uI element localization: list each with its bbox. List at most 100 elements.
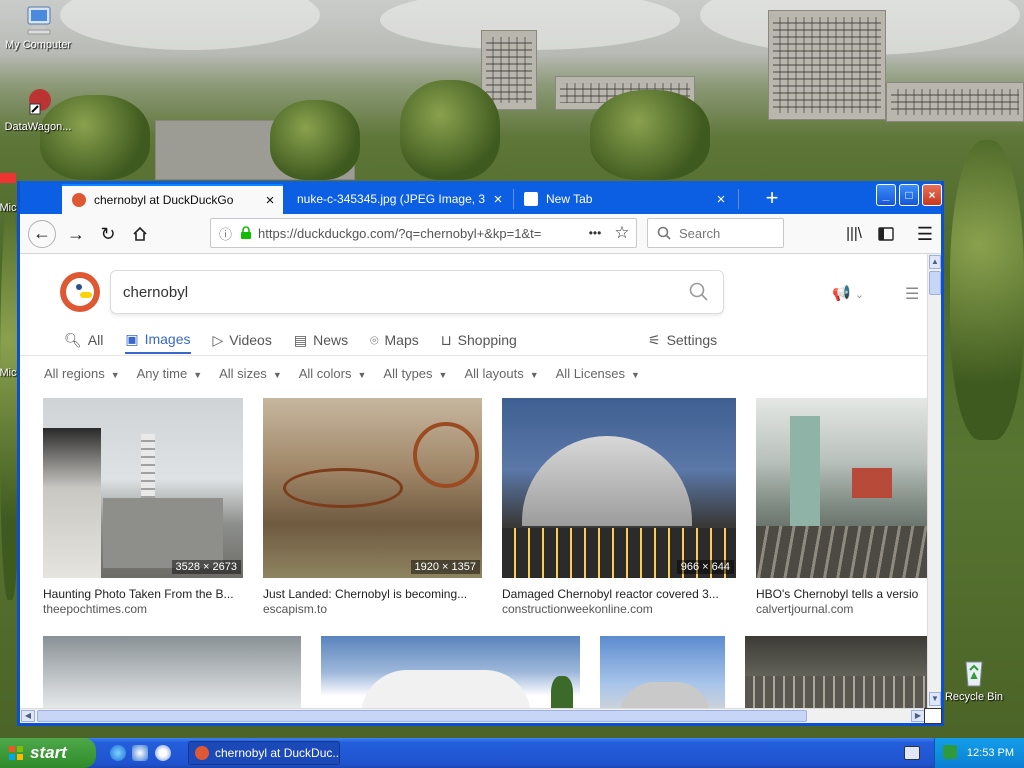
image-result[interactable]: 1920 × 1357 Just Landed: Chernobyl is be… [263, 398, 482, 616]
menu-button[interactable]: ☰ [912, 222, 938, 248]
result-title[interactable]: Damaged Chernobyl reactor covered 3... [502, 587, 736, 601]
settings-link[interactable]: ⚟ Settings [648, 328, 717, 352]
filter-label: All layouts [464, 366, 524, 381]
filter-time[interactable]: Any time ▼ [137, 366, 203, 388]
tree [590, 90, 710, 180]
settings-label: Settings [666, 332, 718, 348]
image-result-thumbnail[interactable] [321, 636, 580, 708]
navigation-toolbar: ← → ↻ ⓘ https://duckduckgo.com/?q=cherno… [20, 214, 941, 254]
network-icon[interactable] [943, 745, 957, 759]
tab-label: Shopping [457, 332, 517, 348]
result-domain[interactable]: constructionweekonline.com [502, 602, 736, 616]
forward-button[interactable]: → [63, 222, 89, 248]
filter-size[interactable]: All sizes ▼ [219, 366, 282, 388]
result-thumbnail[interactable] [502, 398, 736, 578]
page-actions-icon[interactable]: ••• [582, 226, 608, 240]
sidebar-button[interactable] [873, 222, 899, 248]
scroll-left-arrow-icon[interactable]: ◀ [21, 710, 35, 722]
reload-button[interactable]: ↻ [95, 222, 121, 248]
tab-shopping[interactable]: ⊔ Shopping [441, 326, 517, 354]
lock-icon [241, 226, 252, 239]
tab-images[interactable]: ▣ Images [125, 326, 191, 354]
keyboard-icon[interactable] [904, 746, 920, 760]
image-result[interactable]: 966 × 644 Damaged Chernobyl reactor cove… [502, 398, 736, 616]
minimize-button[interactable]: _ [876, 184, 896, 206]
image-result-thumbnail[interactable] [43, 636, 301, 708]
hamburger-menu-icon: ☰ [916, 224, 934, 244]
close-tab-icon[interactable]: × [485, 191, 511, 208]
url-bar[interactable]: ⓘ https://duckduckgo.com/?q=chernobyl+&k… [210, 218, 637, 248]
tab-maps[interactable]: ⌾ Maps [370, 326, 419, 354]
close-window-button[interactable]: × [922, 184, 942, 206]
maximize-button[interactable]: □ [899, 184, 919, 206]
bookmark-star-icon[interactable]: ☆ [608, 223, 636, 243]
library-button[interactable]: |||\ [841, 222, 867, 248]
tab-news[interactable]: ▤ News [294, 326, 348, 354]
announcement-dropdown[interactable]: 📢 ⌄ [832, 284, 864, 302]
desktop-icon-my-computer[interactable]: My Computer [0, 4, 76, 51]
result-title[interactable]: Just Landed: Chernobyl is becoming... [263, 587, 482, 601]
media-player-icon[interactable] [155, 745, 171, 761]
image-result-thumbnail[interactable] [600, 636, 725, 708]
image-result[interactable]: HBO's Chernobyl tells a versio calvertjo… [756, 398, 927, 616]
filter-region[interactable]: All regions ▼ [44, 366, 120, 388]
result-domain[interactable]: escapism.to [263, 602, 482, 616]
page-content: chernobyl 📢 ⌄ ☰ 🔍︎ All ▣ Images ▷ Videos ▤ N… [20, 254, 927, 708]
tab-jpeg-image[interactable]: nuke-c-345345.jpg (JPEG Image, 3528 × [287, 184, 511, 214]
home-button[interactable] [127, 222, 153, 248]
scroll-down-arrow-icon[interactable]: ▼ [929, 692, 941, 706]
search-icon[interactable] [689, 282, 709, 302]
desktop-icon-recycle-bin[interactable]: Recycle Bin [936, 656, 1012, 703]
desktop-icon-label: DataWagon... [4, 121, 72, 133]
vertical-scrollbar[interactable]: ▲ ▼ [927, 254, 941, 708]
result-title[interactable]: Haunting Photo Taken From the B... [43, 587, 243, 601]
ddg-menu-button[interactable]: ☰ [905, 284, 919, 304]
filter-type[interactable]: All types ▼ [383, 366, 447, 388]
scroll-right-arrow-icon[interactable]: ▶ [911, 710, 925, 722]
result-domain[interactable]: calvertjournal.com [756, 602, 927, 616]
result-title[interactable]: HBO's Chernobyl tells a versio [756, 587, 927, 601]
hamburger-menu-icon: ☰ [905, 286, 920, 303]
desktop-icon-datawagon[interactable]: DataWagon... [0, 86, 76, 133]
firefox-newtab-icon [524, 192, 538, 206]
filter-layout[interactable]: All layouts ▼ [464, 366, 538, 388]
info-icon[interactable]: ⓘ [219, 224, 232, 243]
filter-license[interactable]: All Licenses ▼ [556, 366, 640, 388]
duckduckgo-logo-icon[interactable] [60, 272, 100, 312]
taskbar-item-firefox[interactable]: chernobyl at DuckDuc... [188, 741, 340, 765]
scroll-up-arrow-icon[interactable]: ▲ [929, 255, 941, 269]
start-button[interactable]: start [0, 738, 96, 768]
image-result[interactable]: 3528 × 2673 Haunting Photo Taken From th… [43, 398, 243, 616]
result-thumbnail[interactable] [756, 398, 927, 578]
internet-explorer-icon[interactable] [110, 745, 126, 761]
show-desktop-icon[interactable] [132, 745, 148, 761]
tab-all[interactable]: 🔍︎ All [64, 326, 103, 354]
search-query: chernobyl [123, 283, 189, 301]
ddg-search-box[interactable]: chernobyl [110, 270, 724, 314]
filter-color[interactable]: All colors ▼ [299, 366, 367, 388]
shopping-bag-icon: ⊔ [440, 331, 452, 348]
close-tab-icon[interactable]: × [708, 191, 734, 208]
search-input[interactable]: Search [647, 218, 784, 248]
close-tab-icon[interactable]: × [257, 192, 283, 209]
result-domain[interactable]: theepochtimes.com [43, 602, 243, 616]
horizontal-scrollbar[interactable]: ◀ ▶ [20, 708, 927, 723]
filter-label: All sizes [219, 366, 267, 381]
result-thumbnail[interactable] [263, 398, 482, 578]
tree [400, 80, 500, 180]
caret-down-icon: ▼ [438, 370, 448, 380]
tab-duckduckgo[interactable]: chernobyl at DuckDuckGo × [62, 184, 283, 214]
news-icon: ▤ [293, 331, 308, 348]
filter-label: Any time [136, 366, 188, 381]
tab-new-tab[interactable]: New Tab × [514, 184, 734, 214]
play-icon: ▷ [212, 331, 224, 348]
new-tab-button[interactable]: + [756, 184, 788, 214]
scrollbar-thumb[interactable] [37, 710, 807, 722]
scrollbar-thumb[interactable] [929, 271, 941, 295]
result-thumbnail[interactable] [43, 398, 243, 578]
resize-grip[interactable] [924, 708, 942, 724]
back-button[interactable]: ← [28, 220, 56, 248]
caret-down-icon: ▼ [631, 370, 640, 380]
image-result-thumbnail[interactable] [745, 636, 927, 708]
tab-videos[interactable]: ▷ Videos [213, 326, 272, 354]
